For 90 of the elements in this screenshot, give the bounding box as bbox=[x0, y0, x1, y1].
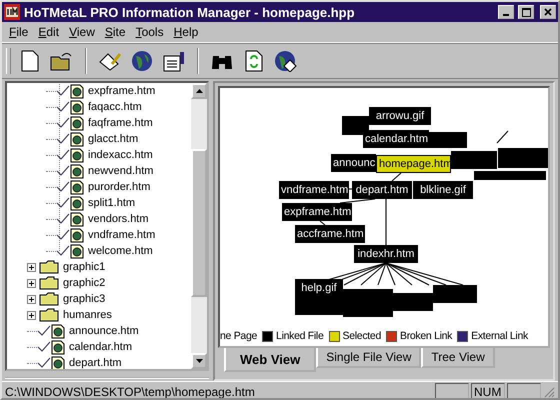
graph-node[interactable] bbox=[433, 285, 477, 303]
folder-icon bbox=[39, 292, 59, 306]
maximize-button[interactable] bbox=[518, 5, 534, 19]
legend-label: Selected bbox=[342, 330, 381, 342]
web-page-icon bbox=[70, 148, 84, 162]
link-line bbox=[496, 130, 508, 144]
menu-item[interactable]: Help bbox=[168, 25, 204, 39]
status-panel bbox=[435, 383, 469, 398]
web-page-icon bbox=[70, 116, 84, 130]
legend-label: External Link bbox=[471, 330, 528, 342]
tree-item[interactable]: glacct.htm bbox=[84, 133, 138, 145]
down-arrow-icon bbox=[196, 359, 202, 363]
tree-item[interactable]: expframe.htm bbox=[84, 85, 156, 97]
scrollbar-thumb[interactable] bbox=[191, 149, 207, 297]
scroll-down-button[interactable] bbox=[191, 353, 207, 369]
num-lock-indicator: NUM bbox=[471, 383, 505, 398]
graph-node[interactable]: expframe.htm bbox=[282, 203, 352, 221]
graph-node[interactable]: vndframe.htm bbox=[279, 181, 349, 199]
folder-icon bbox=[39, 308, 59, 322]
graph-node[interactable] bbox=[451, 151, 497, 169]
graph-node[interactable]: indexhr.htm bbox=[354, 245, 418, 263]
view-tab[interactable]: Tree View bbox=[421, 348, 495, 368]
graph-node[interactable]: arrowu.gif bbox=[369, 107, 431, 125]
link-line bbox=[340, 198, 376, 204]
view-tab[interactable]: Single File View bbox=[316, 348, 422, 368]
tree-item[interactable]: humanres bbox=[59, 309, 112, 321]
menu-item[interactable]: Tools bbox=[130, 25, 169, 39]
graph-node[interactable] bbox=[429, 132, 467, 148]
web-page-icon bbox=[70, 244, 84, 258]
tree-item[interactable]: purorder.htm bbox=[84, 181, 150, 193]
menu-item[interactable]: Edit bbox=[33, 25, 64, 39]
web-page-icon bbox=[70, 212, 84, 226]
tree-item[interactable]: split1.htm bbox=[84, 197, 136, 209]
expand-icon[interactable] bbox=[27, 294, 36, 304]
web-page-icon bbox=[70, 180, 84, 194]
tree-item[interactable]: calendar.htm bbox=[65, 341, 132, 353]
folder-icon bbox=[39, 276, 59, 290]
tree-item[interactable]: newvend.htm bbox=[84, 165, 154, 177]
web-page-icon bbox=[51, 324, 65, 338]
web-page-icon bbox=[70, 84, 84, 98]
web-page-icon bbox=[70, 228, 84, 242]
close-button[interactable] bbox=[540, 5, 556, 19]
scroll-up-button[interactable] bbox=[191, 83, 207, 99]
graph-node[interactable] bbox=[498, 148, 548, 168]
tree-item[interactable]: vndframe.htm bbox=[84, 229, 156, 241]
menu-item[interactable]: Site bbox=[100, 25, 131, 39]
graph-node[interactable]: accframe.htm bbox=[295, 225, 365, 243]
web-page-icon bbox=[51, 340, 65, 354]
graph-node[interactable]: announc bbox=[331, 154, 376, 172]
tree-item[interactable]: vendors.htm bbox=[84, 213, 149, 225]
expand-icon[interactable] bbox=[27, 262, 36, 272]
graph-node[interactable]: calendar.htm bbox=[363, 130, 429, 148]
legend-label: Linked File bbox=[276, 330, 324, 342]
web-page-icon bbox=[70, 196, 84, 210]
web-page-icon bbox=[70, 100, 84, 114]
tree-item[interactable]: announce.htm bbox=[65, 325, 139, 337]
resize-grip-icon[interactable] bbox=[543, 386, 555, 398]
graph-node[interactable] bbox=[474, 171, 546, 180]
graph-node[interactable]: help.gif bbox=[295, 279, 343, 297]
legend-label: Broken Link bbox=[400, 330, 452, 342]
up-arrow-icon bbox=[196, 89, 202, 93]
tree-item[interactable]: faqframe.htm bbox=[84, 117, 153, 129]
menu-item[interactable]: View bbox=[64, 25, 100, 39]
minimize-button[interactable] bbox=[498, 5, 514, 19]
tree-item[interactable]: graphic2 bbox=[59, 277, 106, 289]
web-page-icon bbox=[51, 356, 65, 369]
app-logo-icon bbox=[4, 4, 20, 20]
tree-item[interactable]: graphic1 bbox=[59, 261, 106, 273]
expand-icon[interactable] bbox=[27, 278, 36, 288]
tree-item[interactable]: indexacc.htm bbox=[84, 149, 153, 161]
legend-label: ne Page bbox=[220, 330, 258, 342]
menu-item[interactable]: File bbox=[4, 25, 34, 39]
tree-item[interactable]: graphic3 bbox=[59, 293, 106, 305]
web-page-icon bbox=[70, 132, 84, 146]
window-title: HoTMetaL PRO Information Manager - homepage.hpp bbox=[24, 4, 356, 20]
folder-icon bbox=[39, 260, 59, 274]
tree-item[interactable]: faqacc.htm bbox=[84, 101, 142, 113]
graph-node[interactable]: blkline.gif bbox=[413, 181, 473, 199]
tree-item[interactable]: welcome.htm bbox=[84, 245, 153, 257]
close-icon bbox=[544, 8, 552, 16]
expand-icon[interactable] bbox=[27, 310, 36, 320]
globe-icon[interactable] bbox=[273, 48, 299, 74]
link-line bbox=[348, 188, 352, 190]
graph-node[interactable]: depart.htm bbox=[352, 181, 412, 199]
status-panel bbox=[507, 383, 541, 398]
web-page-icon bbox=[70, 164, 84, 178]
maximize-icon bbox=[522, 8, 530, 16]
view-tab[interactable]: Web View bbox=[224, 348, 316, 372]
graph-node[interactable] bbox=[342, 116, 369, 135]
tree-item[interactable]: depart.htm bbox=[65, 357, 122, 369]
